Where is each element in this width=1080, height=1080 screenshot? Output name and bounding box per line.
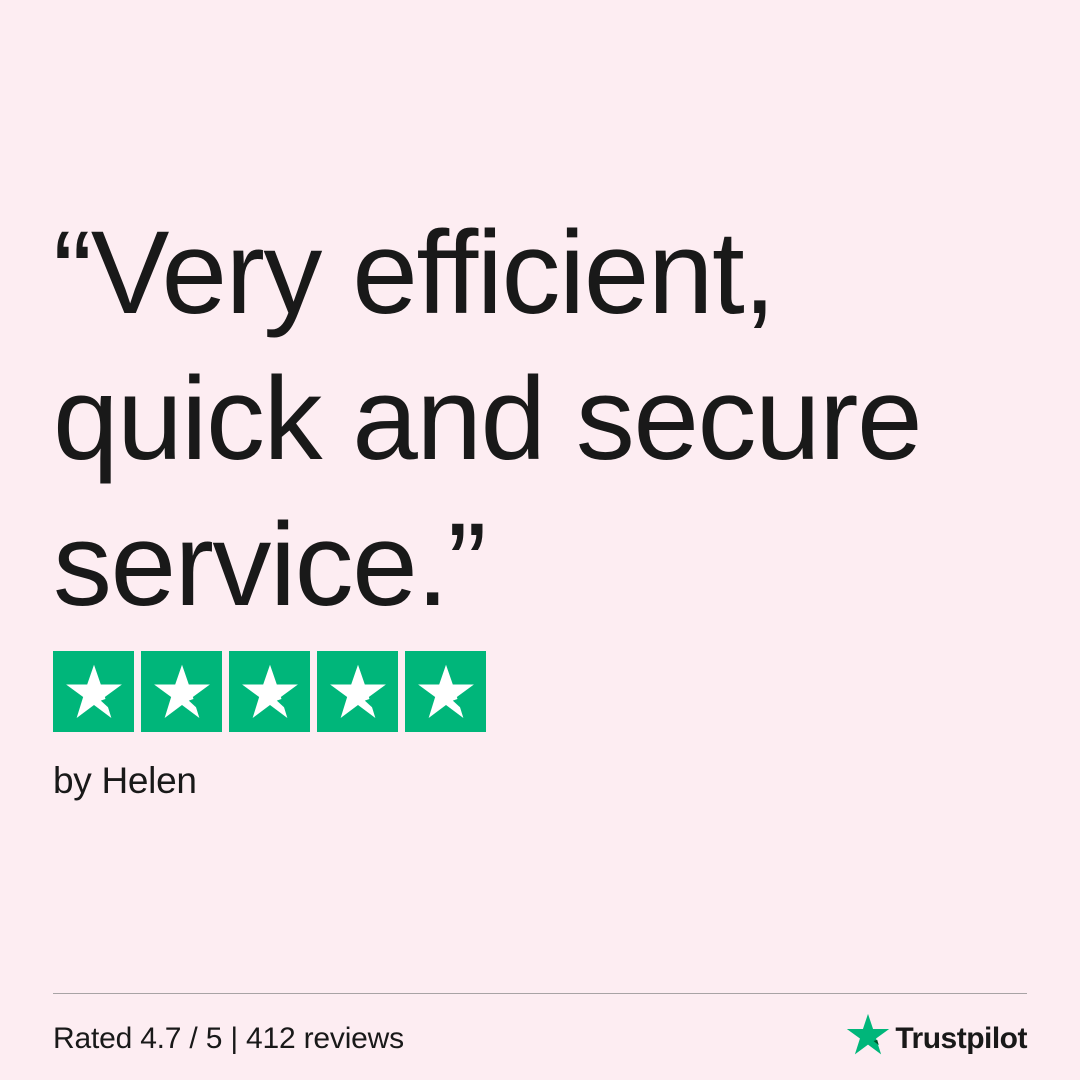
trustpilot-star-icon <box>847 1013 890 1055</box>
rating-star-2 <box>141 651 222 732</box>
quote-line-3: service.” <box>53 499 487 631</box>
footer-divider <box>53 993 1027 994</box>
trustpilot-logo: Trustpilot <box>845 1012 1027 1058</box>
review-card: “Very efficient, quick and secure servic… <box>0 0 1080 1080</box>
star-icon <box>153 664 210 718</box>
rating-star-1 <box>53 651 134 732</box>
star-icon <box>241 664 298 718</box>
review-author: by Helen <box>53 760 197 801</box>
rating-summary: Rated 4.7 / 5 | 412 reviews <box>53 1022 404 1055</box>
rating-star-4 <box>317 651 398 732</box>
rating-star-3 <box>229 651 310 732</box>
star-icon <box>65 664 122 718</box>
quote-line-2: quick and secure <box>53 353 923 485</box>
trustpilot-wordmark: Trustpilot <box>895 1022 1027 1055</box>
review-quote: “Very efficient, quick and secure servic… <box>53 200 1033 638</box>
star-rating <box>53 651 486 732</box>
quote-line-1: “Very efficient, <box>53 207 776 339</box>
star-icon <box>329 664 386 718</box>
rating-star-5 <box>405 651 486 732</box>
star-icon <box>417 664 474 718</box>
